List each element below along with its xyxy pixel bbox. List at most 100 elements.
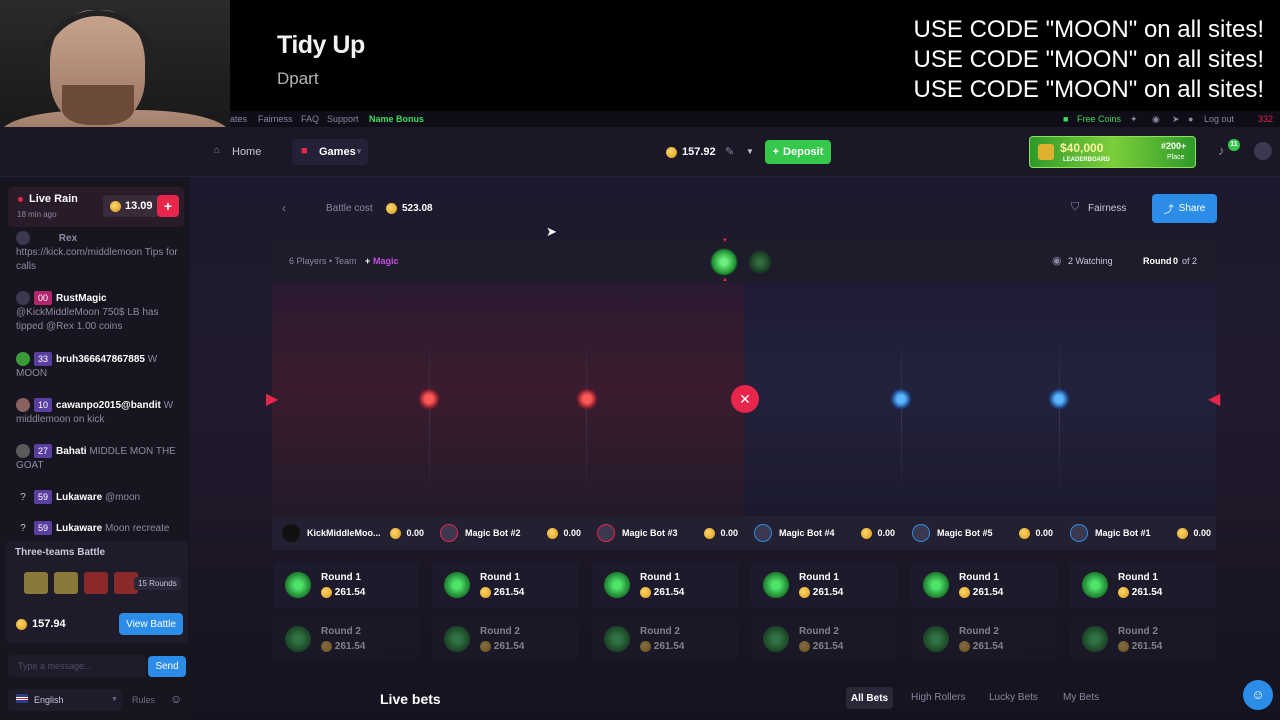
players-info: 6 Players • Team [289,256,357,266]
live-rain-panel: Live Rain 18 min ago 13.09 + [8,187,184,227]
rain-amount: 13.09 [103,195,159,217]
deposit-button[interactable]: + Deposit [765,140,831,164]
gift-icon[interactable]: ■ [1063,114,1068,124]
case-icon [710,248,738,276]
send-button[interactable]: Send [148,656,186,677]
red-gem-icon [576,388,598,410]
magic-label: Magic [373,256,399,266]
coin-icon [640,641,651,652]
view-battle-button[interactable]: View Battle [119,613,183,635]
chat-message: 33 bruh366647867885 W MOON [16,352,158,379]
nav-home[interactable]: Home [232,146,261,158]
chat-sidebar: Live Rain 18 min ago 13.09 + Rex https:/… [0,177,224,720]
player-slot: Magic Bot #4 0.00 [754,516,895,550]
tab-lucky-bets[interactable]: Lucky Bets [989,692,1038,703]
rules-link[interactable]: Rules [132,695,155,705]
add-rain-button[interactable]: + [157,195,179,217]
online-count: 332 [1258,114,1274,124]
tab-my-bets[interactable]: My Bets [1063,692,1099,703]
tab-all-bets[interactable]: All Bets [846,687,893,709]
chat-message: 00 RustMagic @KickMiddleMoon 750$ LB has … [16,291,159,332]
live-bets-title: Live bets [380,691,441,707]
case-icon [444,626,470,652]
coin-icon [386,203,397,214]
emoji-icon[interactable]: ☺ [170,692,182,706]
eye-icon: ◉ [1052,255,1062,267]
coin-icon [959,641,970,652]
battle-card: Three-teams Battle 15 Rounds 157.94 View… [6,541,188,643]
games-dropdown[interactable]: ■ Games ▼ [292,139,368,165]
leaderboard-amount: $40,000 [1060,141,1104,155]
topnav-support[interactable]: Support [327,114,359,124]
bot-icon [754,524,772,542]
bot-icon [1070,524,1088,542]
avatar[interactable] [1254,142,1272,160]
promo-line: USE CODE "MOON" on all sites! [913,16,1264,43]
leaderboard-banner[interactable]: $40,000 LEADERBOARD #200+ Place [1029,136,1196,168]
treasure-icon [1038,144,1054,160]
avatar [16,352,30,367]
topnav-fairness[interactable]: Fairness [258,114,293,124]
message-input[interactable]: Type a message... [8,655,146,677]
red-gem-icon [418,388,440,410]
case-icon [604,572,630,598]
avatar [16,231,30,245]
shield-icon: ⛉ [1071,201,1080,213]
coin-icon [703,527,715,539]
twitter-icon[interactable]: ✦ [1130,114,1138,125]
coin-icon [640,587,651,598]
watching-count: 2 Watching [1068,256,1113,266]
promo-line: USE CODE "MOON" on all sites! [913,76,1264,103]
battle-main: ‹ Battle cost 523.08 ⛉ Fairness ⤴ Share … [190,177,1280,720]
coin-icon [799,641,810,652]
discord-icon[interactable]: ◉ [1152,114,1160,125]
case-icon [54,572,78,594]
notification-badge: 11 [1228,139,1240,151]
home-icon[interactable]: ⌂ [214,145,220,156]
round-of: of 2 [1182,256,1198,266]
arrow-left-icon: ◀ [1208,391,1221,408]
battle-card-rounds: 15 Rounds [134,577,181,590]
round-card: Round 1 261.54 [1070,562,1216,608]
chevron-left-icon[interactable]: ‹ [282,201,286,215]
round-card: Round 1 261.54 [273,562,419,608]
topnav-free-coins[interactable]: Free Coins [1077,114,1121,124]
telegram-icon[interactable]: ➤ [1172,114,1180,125]
coin-icon [110,201,121,212]
coin-icon [860,527,872,539]
language-select[interactable]: English ▼ [8,689,122,711]
share-button[interactable]: ⤴ Share [1152,194,1217,223]
player-slot: Magic Bot #2 0.00 [440,516,581,550]
leaderboard-place-label: Place [1167,154,1185,161]
live-dot-icon [18,197,23,202]
steam-icon[interactable]: ● [1188,114,1193,124]
arrow-right-icon: ▶ [266,391,279,408]
round-label: Round [1143,256,1172,266]
tab-high-rollers[interactable]: High Rollers [911,692,965,703]
fairness-button[interactable]: Fairness [1088,203,1126,214]
chevron-down-icon: ▼ [111,696,118,703]
coin-icon [1118,641,1129,652]
question-icon: ? [20,492,26,503]
coin-icon [959,587,970,598]
topnav-name-bonus[interactable]: Name Bonus [369,114,424,124]
gamepad-icon: ■ [301,145,308,157]
main-nav: ⌂ Home ■ Games ▼ 157.92 ✎ ▼ + Deposit $4… [0,127,1280,177]
chevron-down-icon[interactable]: ▼ [746,147,754,156]
question-icon: ? [20,523,26,534]
round-card: Round 1 261.54 [751,562,897,608]
support-chat-icon[interactable]: ☺ [1243,680,1273,710]
round-card: Round 2 261.54 [1070,616,1216,662]
topnav-faq[interactable]: FAQ [301,114,319,124]
team-red-arena [272,283,744,516]
topnav-link[interactable]: ates [230,114,247,124]
tools-icon[interactable]: ✎ [725,145,734,158]
marker-down-icon: ▼ [722,238,728,244]
case-icon [444,572,470,598]
topnav-logout[interactable]: Log out [1204,114,1234,124]
bell-icon[interactable]: ♪ [1218,143,1225,158]
share-icon: ⤴ [1163,205,1174,216]
round-card: Round 1 261.54 [911,562,1057,608]
coin-icon [16,619,27,630]
coin-icon [389,527,401,539]
